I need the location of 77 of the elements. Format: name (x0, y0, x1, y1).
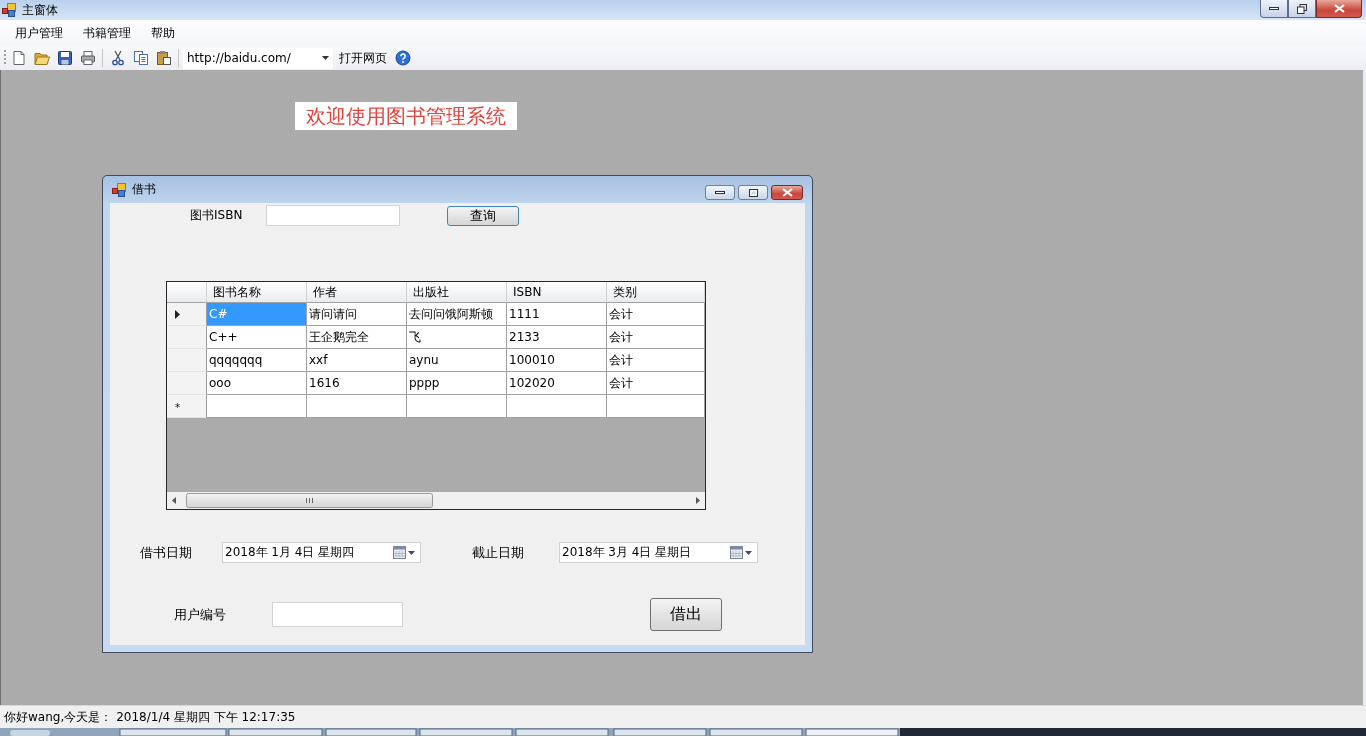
close-icon (781, 188, 793, 197)
column-header[interactable]: 作者 (307, 282, 407, 303)
table-cell: 去问问饿阿斯顿 (407, 303, 507, 326)
column-header[interactable]: 出版社 (407, 282, 507, 303)
table-cell: ooo (207, 372, 307, 395)
new-file-icon[interactable] (10, 50, 27, 66)
menu-item[interactable]: 帮助 (141, 22, 185, 44)
folder-icon[interactable] (33, 50, 50, 66)
table-cell: qqqqqqq (207, 349, 307, 372)
table-cell: 飞 (407, 326, 507, 349)
app-icon (112, 182, 126, 197)
table-cell: C# (207, 303, 307, 326)
row-header[interactable] (167, 303, 207, 326)
user-id-label: 用户编号 (174, 605, 227, 624)
horizontal-scrollbar[interactable] (167, 492, 705, 509)
open-page-button[interactable]: 打开网页 (335, 47, 391, 69)
corner-header-cell[interactable] (167, 282, 207, 303)
due-date-label: 截止日期 (472, 543, 525, 562)
status-text: 你好wang,今天是： (4, 708, 113, 726)
restore-icon (1297, 3, 1307, 14)
date-picker[interactable]: 2018年 1月 4日 星期四 (222, 542, 421, 563)
calendar-dropdown-icon[interactable] (730, 546, 754, 559)
maximize-button[interactable] (738, 185, 768, 200)
input-field[interactable] (266, 205, 400, 226)
table-cell: 2133 (507, 326, 607, 349)
minimize-icon (715, 191, 725, 194)
column-header[interactable]: 类别 (607, 282, 705, 303)
close-button[interactable] (1316, 0, 1362, 18)
row-header[interactable]: * (167, 395, 207, 418)
table-cell: C++ (207, 326, 307, 349)
table-cell: xxf (307, 349, 407, 372)
isbn-label: 图书ISBN (190, 207, 244, 224)
table-cell: 会计 (607, 326, 705, 349)
menu-item[interactable]: 书籍管理 (73, 22, 141, 44)
table-cell: 会计 (607, 372, 705, 395)
current-row-arrow-icon (175, 309, 180, 319)
table-cell: pppp (407, 372, 507, 395)
minimize-button[interactable] (705, 185, 735, 200)
borrow-date-label: 借书日期 (140, 543, 193, 562)
table-cell: 王企鹅完全 (307, 326, 407, 349)
restore-button[interactable] (1288, 0, 1316, 18)
scissors-icon[interactable] (109, 50, 126, 66)
column-header[interactable]: 图书名称 (207, 282, 307, 303)
help-icon[interactable] (394, 50, 411, 66)
window-title: 借书 (132, 181, 156, 198)
column-header[interactable]: ISBN (507, 282, 607, 303)
app-icon (2, 3, 16, 17)
table-cell: 102020 (507, 372, 607, 395)
borrow-button[interactable]: 借出 (650, 598, 722, 631)
save-icon[interactable] (56, 50, 73, 66)
close-button[interactable] (771, 185, 803, 200)
copy-icon[interactable] (132, 50, 149, 66)
date-picker[interactable]: 2018年 3月 4日 星期日 (559, 542, 758, 563)
clipboard-icon[interactable] (155, 50, 172, 66)
close-icon (1333, 4, 1345, 13)
input-field[interactable] (272, 602, 403, 627)
calendar-dropdown-icon[interactable] (393, 546, 417, 559)
table-cell: 请问请问 (307, 303, 407, 326)
menu-item[interactable]: 用户管理 (5, 22, 73, 44)
minimize-button[interactable] (1260, 0, 1288, 18)
caret-icon[interactable] (322, 56, 329, 60)
table-cell: 100010 (507, 349, 607, 372)
welcome-label: 欢迎使用图书管理系统 (295, 102, 517, 130)
printer-icon[interactable] (79, 50, 96, 66)
toolbar-grip[interactable] (3, 49, 6, 67)
status-text: 2018/1/4 星期四 下午 12:17:35 (116, 708, 296, 726)
maximize-icon (748, 188, 758, 197)
window-title: 主窗体 (22, 1, 58, 19)
search-button[interactable]: 查询 (447, 206, 519, 226)
table-cell: 会计 (607, 349, 705, 372)
table-cell: 会计 (607, 303, 705, 326)
table-cell: 1616 (307, 372, 407, 395)
table-cell: aynu (407, 349, 507, 372)
url-combobox[interactable]: http://baidu.com/ (183, 47, 333, 69)
data-grid[interactable]: 图书名称 作者 出版社 ISBN 类别 C# 请问请问 去问问饿阿斯顿 1111 会计 C++ 王企鹅完全 飞 2133 会计 qqqqqqq xxf aynu 100010 会计 ooo 1616 pppp 102020 会计 * (166, 281, 706, 510)
table-cell: 1111 (507, 303, 607, 326)
minimize-icon (1269, 7, 1279, 10)
